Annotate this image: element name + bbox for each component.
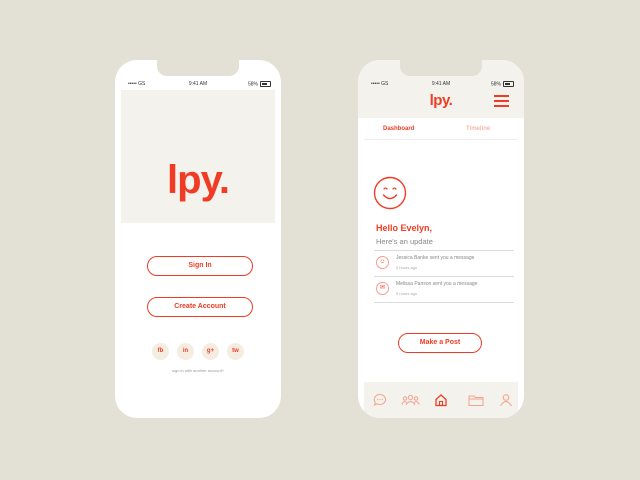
- status-bar: ••••• GS 9:41 AM 58%: [358, 80, 524, 90]
- home-icon[interactable]: [434, 393, 448, 407]
- google-plus-button[interactable]: g+: [202, 343, 219, 360]
- notification-text: Melissa Panson sent you a message: [396, 281, 478, 287]
- folder-icon[interactable]: [468, 393, 484, 407]
- battery-icon: [260, 81, 271, 87]
- tab-dashboard[interactable]: Dashboard: [383, 126, 414, 132]
- tab-bar: Dashboard Timeline: [358, 122, 524, 136]
- battery-status: 58%: [491, 81, 514, 87]
- tab-divider: [364, 139, 518, 140]
- notification-item[interactable]: ☺ Jessica Banke sent you a message 5 hou…: [374, 252, 514, 276]
- notification-text: Jessica Banke sent you a message: [396, 255, 475, 261]
- bottom-nav-bar: [364, 382, 518, 418]
- divider: [374, 302, 514, 303]
- facebook-button[interactable]: fb: [152, 343, 169, 360]
- status-bar: ••••• GS 9:41 AM 58%: [115, 80, 281, 90]
- dashboard-phone: ••••• GS 9:41 AM 58% lpy. Dashboard Time…: [358, 60, 524, 418]
- phone-notch: [400, 60, 482, 76]
- hamburger-menu-icon[interactable]: [494, 95, 509, 107]
- smiley-icon: ☺: [376, 256, 389, 269]
- login-phone: ••••• GS 9:41 AM 58% lpy. Sign In Create…: [115, 60, 281, 418]
- battery-percent: 58%: [490, 81, 501, 88]
- group-icon[interactable]: [401, 393, 420, 407]
- twitter-button[interactable]: tw: [227, 343, 244, 360]
- battery-percent: 58%: [247, 81, 258, 88]
- notification-item[interactable]: ✉ Melissa Panson sent you a message 5 ho…: [374, 278, 514, 302]
- create-account-button[interactable]: Create Account: [147, 297, 253, 317]
- battery-status: 58%: [248, 81, 271, 87]
- alt-sign-in-link[interactable]: sign in with another account?: [115, 368, 281, 373]
- greeting-subtitle: Here's an update: [376, 237, 433, 246]
- battery-icon: [503, 81, 514, 87]
- hero-panel: [121, 90, 275, 223]
- notification-time: 5 hours ago: [396, 265, 418, 270]
- divider: [374, 250, 514, 251]
- mail-icon: ✉: [376, 282, 389, 295]
- notification-time: 5 hours ago: [396, 291, 418, 296]
- smiley-icon: [373, 176, 407, 210]
- chat-icon[interactable]: [373, 393, 387, 407]
- social-login-row: fb in g+ tw: [115, 343, 281, 360]
- divider: [374, 276, 514, 277]
- app-logo: lpy.: [167, 158, 230, 202]
- profile-icon[interactable]: [499, 393, 513, 407]
- phone-notch: [157, 60, 239, 76]
- sign-in-button[interactable]: Sign In: [147, 256, 253, 276]
- make-post-button[interactable]: Make a Post: [398, 333, 482, 353]
- tab-timeline[interactable]: Timeline: [466, 126, 490, 132]
- linkedin-button[interactable]: in: [177, 343, 194, 360]
- greeting-heading: Hello Evelyn,: [376, 223, 433, 233]
